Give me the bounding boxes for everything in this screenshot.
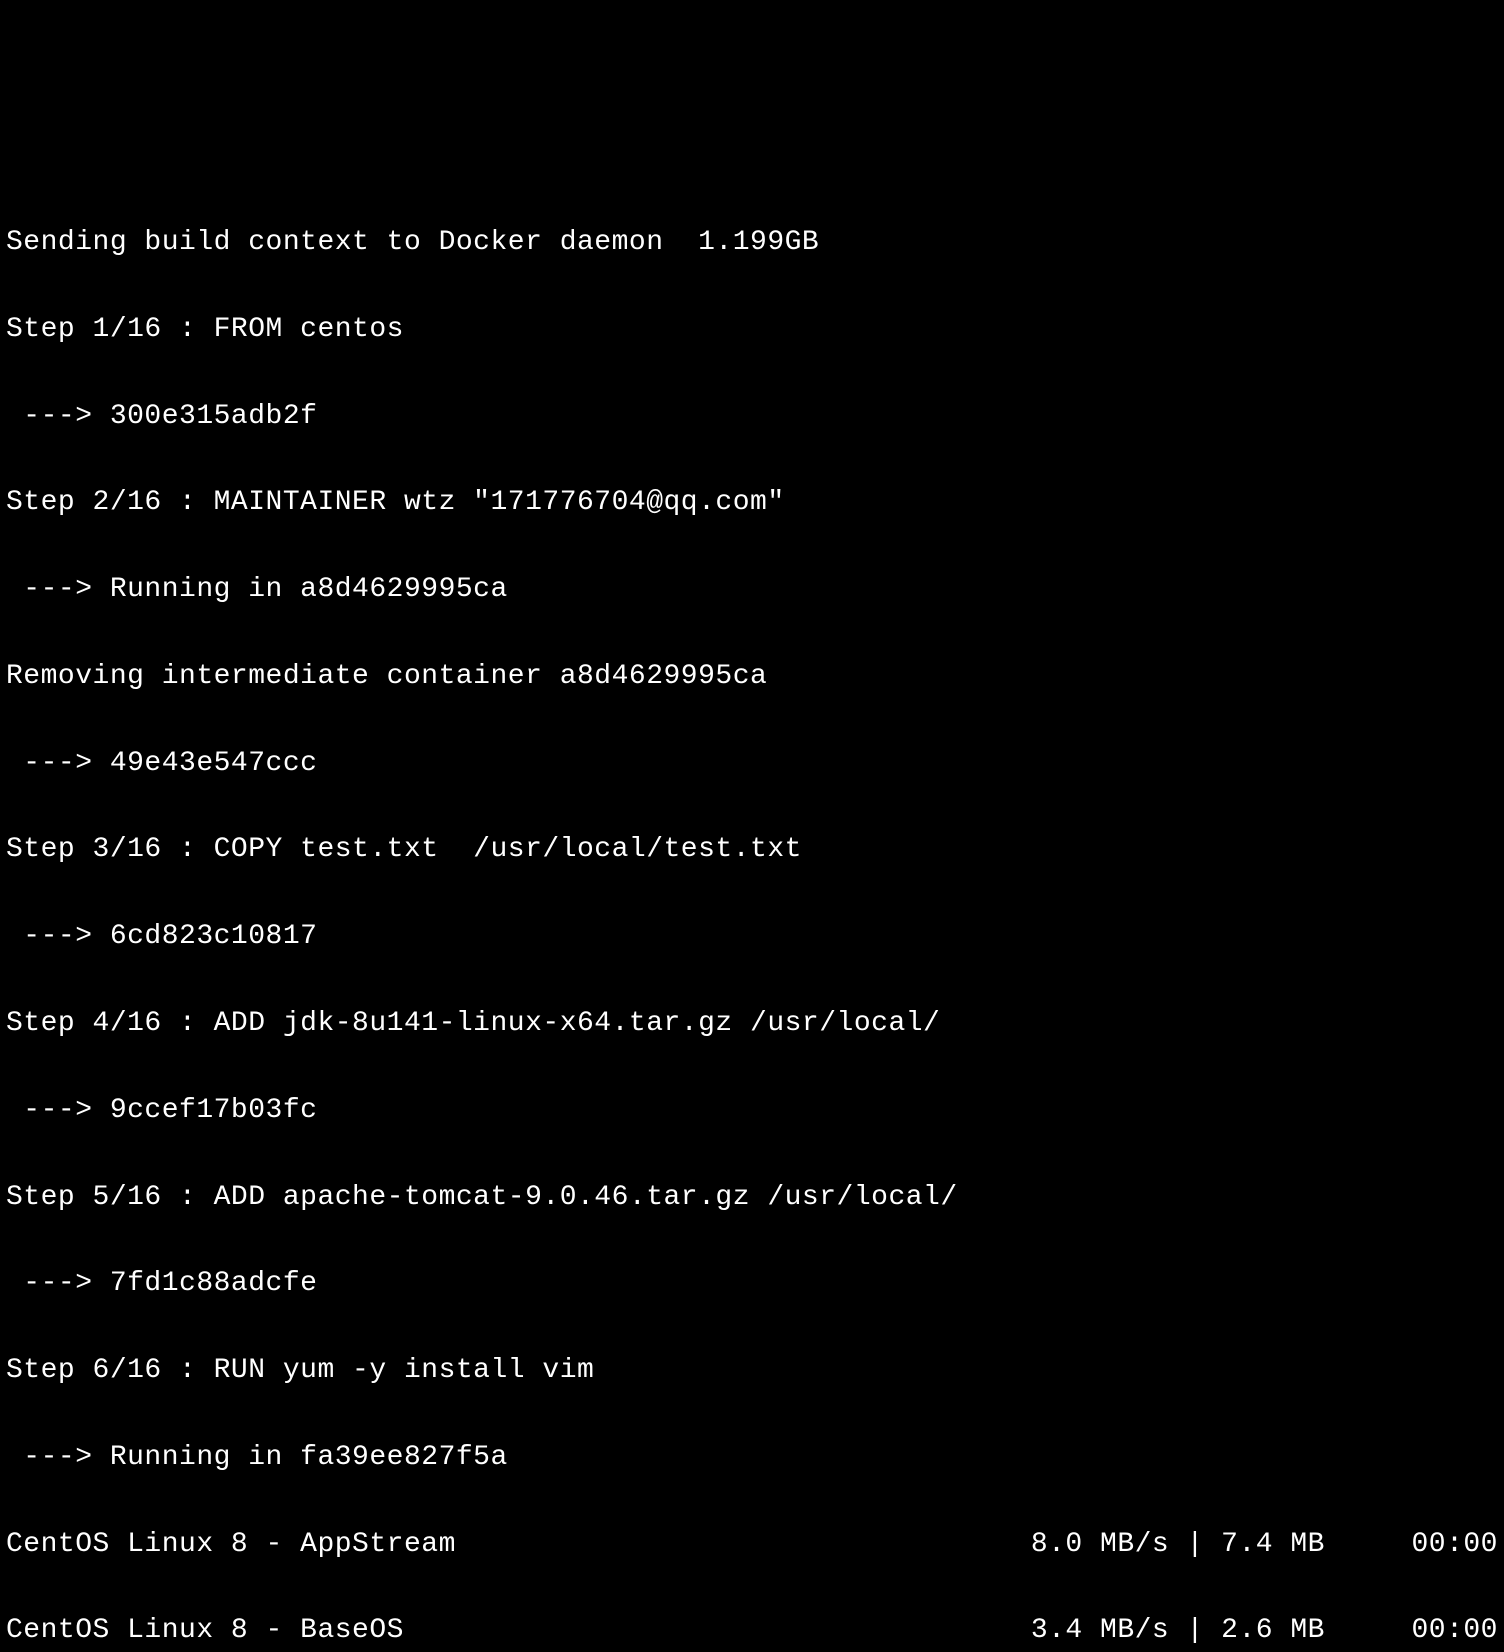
terminal-line: Step 2/16 : MAINTAINER wtz "171776704@qq…: [6, 481, 1498, 524]
terminal-line: Step 1/16 : FROM centos: [6, 308, 1498, 351]
repo-stats: 3.4 MB/s | 2.6 MB 00:00: [1031, 1609, 1498, 1652]
terminal-line: ---> 300e315adb2f: [6, 395, 1498, 438]
repo-stats: 8.0 MB/s | 7.4 MB 00:00: [1031, 1523, 1498, 1566]
terminal-line: ---> Running in a8d4629995ca: [6, 568, 1498, 611]
terminal-line: Step 6/16 : RUN yum -y install vim: [6, 1349, 1498, 1392]
terminal-line: ---> 9ccef17b03fc: [6, 1089, 1498, 1132]
terminal-line: ---> Running in fa39ee827f5a: [6, 1436, 1498, 1479]
terminal-output: Sending build context to Docker daemon 1…: [6, 178, 1498, 1652]
terminal-line: ---> 6cd823c10817: [6, 915, 1498, 958]
terminal-line: Step 4/16 : ADD jdk-8u141-linux-x64.tar.…: [6, 1002, 1498, 1045]
repo-download-line: CentOS Linux 8 - BaseOS 3.4 MB/s | 2.6 M…: [6, 1609, 1498, 1652]
terminal-line: ---> 49e43e547ccc: [6, 742, 1498, 785]
terminal-line: ---> 7fd1c88adcfe: [6, 1262, 1498, 1305]
terminal-line: Step 5/16 : ADD apache-tomcat-9.0.46.tar…: [6, 1176, 1498, 1219]
terminal-line: Sending build context to Docker daemon 1…: [6, 221, 1498, 264]
terminal-line: Removing intermediate container a8d46299…: [6, 655, 1498, 698]
repo-name: CentOS Linux 8 - BaseOS: [6, 1609, 404, 1652]
repo-name: CentOS Linux 8 - AppStream: [6, 1523, 456, 1566]
terminal-line: Step 3/16 : COPY test.txt /usr/local/tes…: [6, 828, 1498, 871]
repo-download-line: CentOS Linux 8 - AppStream 8.0 MB/s | 7.…: [6, 1523, 1498, 1566]
